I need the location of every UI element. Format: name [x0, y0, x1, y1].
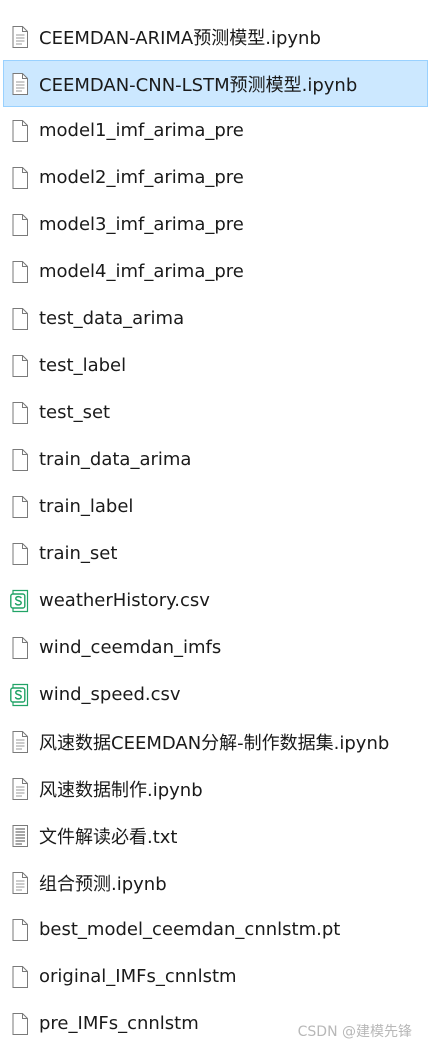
file-name: test_data_arima — [39, 308, 185, 329]
file-item[interactable]: train_data_arima — [0, 436, 428, 483]
file-item[interactable]: model3_imf_arima_pre — [0, 201, 428, 248]
blank-file-icon — [10, 448, 30, 472]
notebook-file-icon — [10, 730, 30, 754]
file-name: test_set — [39, 402, 111, 423]
blank-file-icon — [10, 401, 30, 425]
blank-file-icon — [10, 307, 30, 331]
file-item[interactable]: CEEMDAN-CNN-LSTM预测模型.ipynb — [3, 60, 428, 107]
file-name: original_IMFs_cnnlstm — [39, 966, 237, 987]
notebook-file-icon — [10, 777, 30, 801]
file-item[interactable]: test_label — [0, 342, 428, 389]
file-item[interactable]: model1_imf_arima_pre — [0, 107, 428, 154]
file-item[interactable]: wind_ceemdan_imfs — [0, 624, 428, 671]
file-item[interactable]: model2_imf_arima_pre — [0, 154, 428, 201]
notebook-file-icon — [10, 871, 30, 895]
notebook-file-icon — [10, 25, 30, 49]
file-item[interactable]: train_set — [0, 530, 428, 577]
blank-file-icon — [10, 918, 30, 942]
file-name: train_label — [39, 496, 134, 517]
file-name: train_data_arima — [39, 449, 192, 470]
file-item[interactable]: CEEMDAN-ARIMA预测模型.ipynb — [0, 13, 428, 60]
file-item[interactable]: test_data_arima — [0, 295, 428, 342]
csv-file-icon — [10, 683, 30, 707]
file-name: model3_imf_arima_pre — [39, 214, 244, 235]
file-item[interactable]: wind_speed.csv — [0, 671, 428, 718]
file-name: model4_imf_arima_pre — [39, 261, 244, 282]
blank-file-icon — [10, 495, 30, 519]
file-list: CEEMDAN-ARIMA预测模型.ipynb CEEMDAN-CNN-LSTM预… — [0, 13, 428, 1047]
file-name: wind_speed.csv — [39, 684, 181, 705]
file-item[interactable]: 文件解读必看.txt — [0, 812, 428, 859]
file-item[interactable]: model4_imf_arima_pre — [0, 248, 428, 295]
file-item[interactable]: original_IMFs_cnnlstm — [0, 953, 428, 1000]
blank-file-icon — [10, 213, 30, 237]
notebook-file-icon — [10, 72, 30, 96]
file-name: train_set — [39, 543, 118, 564]
file-name: model1_imf_arima_pre — [39, 120, 244, 141]
file-name: 风速数据制作.ipynb — [39, 779, 203, 801]
file-item[interactable]: test_set — [0, 389, 428, 436]
file-name: test_label — [39, 355, 127, 376]
file-item[interactable]: train_label — [0, 483, 428, 530]
blank-file-icon — [10, 354, 30, 378]
file-item[interactable]: best_model_ceemdan_cnnlstm.pt — [0, 906, 428, 953]
file-item[interactable]: 风速数据制作.ipynb — [0, 765, 428, 812]
file-name: CEEMDAN-CNN-LSTM预测模型.ipynb — [39, 74, 358, 96]
text-file-icon — [10, 824, 30, 848]
file-item[interactable]: 风速数据CEEMDAN分解-制作数据集.ipynb — [0, 718, 428, 765]
file-name: 文件解读必看.txt — [39, 826, 178, 848]
blank-file-icon — [10, 965, 30, 989]
file-name: model2_imf_arima_pre — [39, 167, 244, 188]
file-name: wind_ceemdan_imfs — [39, 637, 222, 658]
blank-file-icon — [10, 166, 30, 190]
file-item[interactable]: 组合预测.ipynb — [0, 859, 428, 906]
watermark: CSDN @建模先锋 — [297, 1024, 412, 1040]
blank-file-icon — [10, 1012, 30, 1036]
file-name: pre_IMFs_cnnlstm — [39, 1013, 199, 1034]
file-name: 风速数据CEEMDAN分解-制作数据集.ipynb — [39, 732, 390, 754]
file-item[interactable]: weatherHistory.csv — [0, 577, 428, 624]
csv-file-icon — [10, 589, 30, 613]
file-name: best_model_ceemdan_cnnlstm.pt — [39, 919, 341, 940]
blank-file-icon — [10, 636, 30, 660]
blank-file-icon — [10, 260, 30, 284]
file-name: 组合预测.ipynb — [39, 873, 167, 895]
blank-file-icon — [10, 119, 30, 143]
file-name: CEEMDAN-ARIMA预测模型.ipynb — [39, 27, 321, 49]
file-name: weatherHistory.csv — [39, 590, 210, 611]
blank-file-icon — [10, 542, 30, 566]
